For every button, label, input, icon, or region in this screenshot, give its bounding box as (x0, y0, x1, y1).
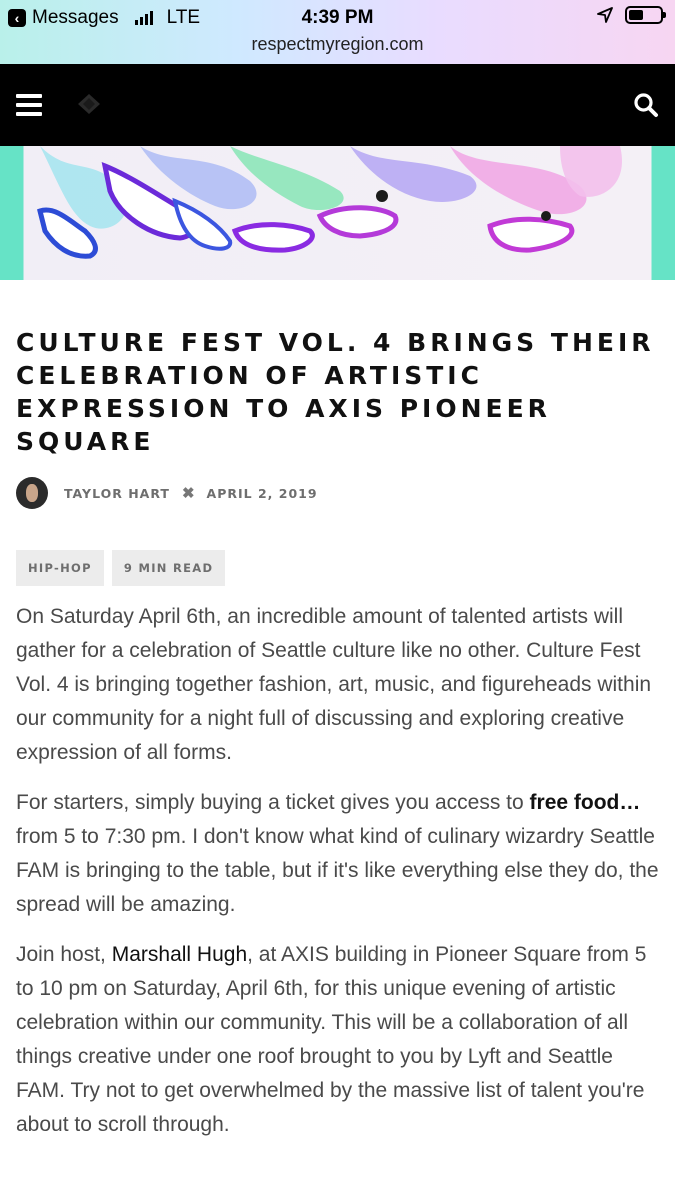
paragraph-3-intro: Join host, (16, 943, 112, 966)
hamburger-menu-icon[interactable] (16, 94, 42, 116)
hero-illustration (37, 146, 622, 259)
article: Culture Fest Vol. 4 Brings Their Celebra… (0, 326, 675, 1142)
search-icon[interactable] (633, 92, 659, 118)
paragraph-3-rest: , at AXIS building in Pioneer Square fro… (16, 943, 647, 1136)
cross-icon: ✖ (181, 485, 195, 502)
status-right (597, 6, 666, 24)
site-header (0, 64, 675, 146)
paragraph-1: On Saturday April 6th, an incredible amo… (16, 605, 652, 764)
location-arrow-icon (597, 7, 613, 23)
url-bar[interactable]: respectmyregion.com (0, 34, 675, 55)
battery-icon (625, 6, 666, 24)
article-title: Culture Fest Vol. 4 Brings Their Celebra… (16, 328, 655, 456)
hero-image (0, 146, 675, 280)
author-avatar[interactable] (16, 477, 48, 509)
paragraph-2: For starters, simply buying a ticket giv… (16, 786, 659, 922)
status-bar: ‹ Messages LTE 4:39 PM (0, 0, 675, 36)
paragraph-3: Join host, Marshall Hugh, at AXIS buildi… (16, 938, 659, 1142)
article-body: On Saturday April 6th, an incredible amo… (16, 600, 659, 1142)
author-name[interactable]: Taylor Hart (64, 486, 170, 501)
paragraph-2-rest: from 5 to 7:30 pm. I don't know what kin… (16, 825, 659, 916)
paragraph-2-intro: For starters, simply buying a ticket giv… (16, 791, 530, 814)
tag-hip-hop[interactable]: Hip-Hop (16, 550, 104, 586)
status-time: 4:39 PM (301, 7, 374, 28)
site-logo-icon[interactable] (78, 94, 100, 114)
publish-date: April 2, 2019 (206, 485, 318, 501)
ios-top-bar: ‹ Messages LTE 4:39 PM respectmyregion.c… (0, 0, 675, 64)
tag-list: Hip-Hop 9 Min Read (16, 550, 659, 586)
free-food-highlight: free food… (529, 791, 641, 814)
read-time-badge: 9 Min Read (111, 550, 226, 586)
host-link[interactable]: Marshall Hugh (112, 943, 247, 966)
article-meta: Taylor Hart ✖ April 2, 2019 (16, 476, 659, 510)
